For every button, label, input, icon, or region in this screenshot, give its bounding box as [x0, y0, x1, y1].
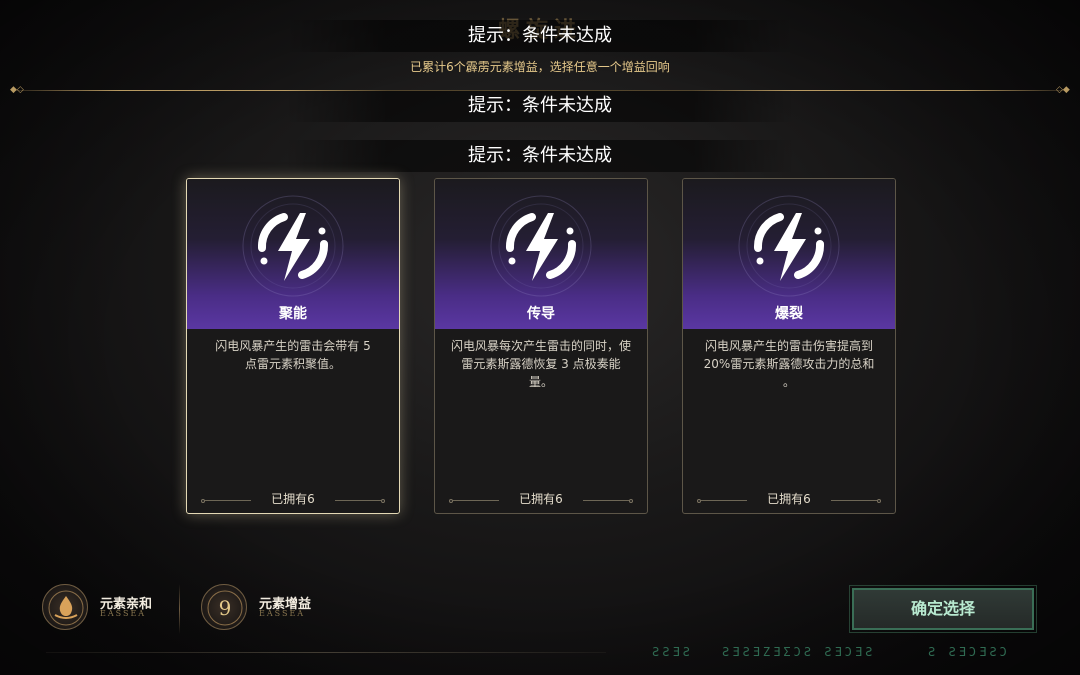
element-affinity-status[interactable]: 元素亲和 EASSEA — [42, 584, 172, 634]
divider-ornament-icon: ◆◇ — [10, 85, 24, 95]
owned-count: 已拥有6 — [519, 492, 563, 506]
card-footer: 已拥有6 — [187, 492, 399, 507]
card-description: 闪电风暴每次产生雷击的同时，使 雷元素斯露德恢复 3 点极奏能量。 — [451, 337, 631, 391]
lightning-emblem-icon — [240, 193, 346, 299]
boon-card-1[interactable]: 聚能 闪电风暴产生的雷击会带有 5 点雷元素积聚值。 已拥有6 — [186, 178, 400, 514]
card-title: 传导 — [527, 306, 555, 322]
confirm-selection-button[interactable]: 确定选择 — [849, 585, 1037, 633]
boon-card-3[interactable]: 爆裂 闪电风暴产生的雷击伤害提高到 20%雷元素斯露德攻击力的总和 。 已拥有6 — [682, 178, 896, 514]
footer-ornament-icon — [877, 499, 881, 503]
card-desc-line: 点雷元素积聚值。 — [244, 357, 341, 371]
footer-line — [583, 500, 629, 501]
card-desc-line: 闪电风暴每次产生雷击的同时，使 — [451, 339, 632, 353]
toast-condition-unmet: 提示：条件未达成 — [285, 20, 795, 52]
divider-ornament-icon: ◇◆ — [1056, 85, 1070, 95]
card-title: 爆裂 — [775, 306, 803, 322]
card-desc-line: 闪电风暴产生的雷击伤害提高到 — [704, 339, 873, 353]
card-footer: 已拥有6 — [435, 492, 647, 507]
affinity-sublabel: EASSEA — [100, 609, 147, 618]
rune-text: Ƨ ƧƎƆƎƧƆ — [928, 645, 1010, 659]
card-desc-line: 闪电风暴产生的雷击会带有 5 — [215, 339, 371, 353]
card-description: 闪电风暴产生的雷击会带有 5 点雷元素积聚值。 — [203, 337, 383, 373]
rune-text: ƧƎƧƎZƎΣƆƧ ƧƎƆƎƧ — [722, 645, 876, 659]
rune-text: ƧƧƎƧ — [652, 645, 693, 659]
footer-line — [831, 500, 877, 501]
lightning-emblem-icon — [488, 193, 594, 299]
element-affinity-icon — [42, 584, 88, 630]
boost-count: 9 — [218, 596, 232, 620]
boost-sublabel: EASSEA — [259, 609, 306, 618]
footer-ornament-icon — [629, 499, 633, 503]
footer-line — [335, 500, 381, 501]
boon-card-2[interactable]: 传导 闪电风暴每次产生雷击的同时，使 雷元素斯露德恢复 3 点极奏能量。 已拥有… — [434, 178, 648, 514]
bottom-divider — [46, 652, 606, 653]
status-separator — [179, 584, 180, 634]
element-boost-icon: 9 — [201, 584, 247, 630]
header-subtitle: 已累计6个霹雳元素增益，选择任意一个增益回响 — [410, 60, 670, 74]
card-desc-line: 20%雷元素斯露德攻击力的总和 。 — [703, 357, 875, 389]
toast-condition-unmet: 提示：条件未达成 — [285, 90, 795, 122]
owned-count: 已拥有6 — [767, 492, 811, 506]
lightning-emblem-icon — [736, 193, 842, 299]
element-boost-status[interactable]: 9 元素增益 EASSEA — [201, 584, 331, 634]
toast-condition-unmet: 提示：条件未达成 — [285, 140, 795, 172]
card-description: 闪电风暴产生的雷击伤害提高到 20%雷元素斯露德攻击力的总和 。 — [699, 337, 879, 391]
card-footer: 已拥有6 — [683, 492, 895, 507]
card-title: 聚能 — [279, 306, 307, 322]
owned-count: 已拥有6 — [271, 492, 315, 506]
footer-ornament-icon — [381, 499, 385, 503]
card-desc-line: 雷元素斯露德恢复 3 点极奏能量。 — [461, 357, 621, 389]
